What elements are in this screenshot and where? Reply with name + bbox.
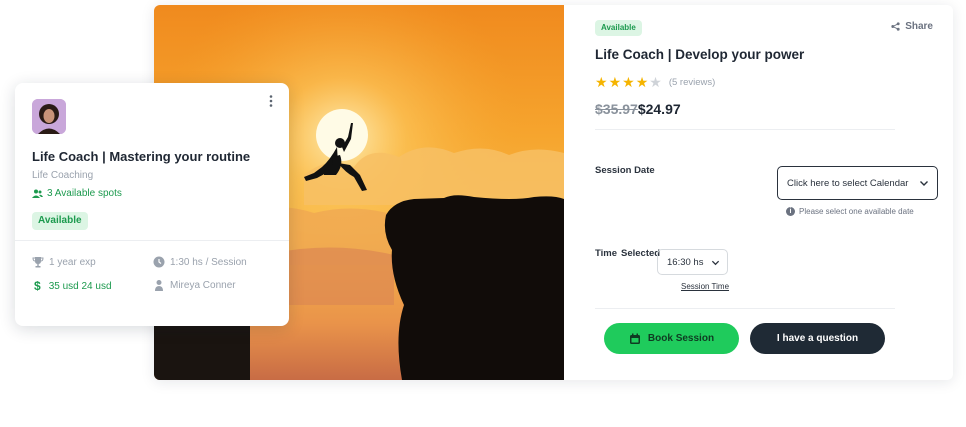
calendar-icon xyxy=(629,333,640,344)
coach-name: Mireya Conner xyxy=(153,279,236,291)
calendar-select[interactable]: Click here to select Calendar xyxy=(777,166,938,200)
star-icon: ★ xyxy=(622,74,635,90)
time-label: Time xyxy=(595,248,618,259)
share-icon xyxy=(891,22,900,31)
experience: 1 year exp xyxy=(32,256,96,268)
star-empty-icon: ★ xyxy=(649,74,662,90)
share-button[interactable]: Share xyxy=(891,21,933,32)
chevron-down-icon xyxy=(920,181,928,186)
ask-question-button[interactable]: I have a question xyxy=(750,323,885,354)
date-hint-text: Please select one available date xyxy=(799,207,914,216)
dollar-icon: $ xyxy=(34,279,41,293)
availability-badge: Available xyxy=(32,212,88,230)
calendar-select-text: Click here to select Calendar xyxy=(787,177,909,189)
new-price: $24.97 xyxy=(637,101,681,117)
book-session-button[interactable]: Book Session xyxy=(604,323,739,354)
availability-badge: Available xyxy=(595,20,642,36)
duration: 1:30 hs / Session xyxy=(153,256,247,268)
users-icon xyxy=(32,189,43,198)
price: $35.97 $24.97 xyxy=(595,101,681,117)
avatar xyxy=(32,99,66,134)
session-details: Available Share Life Coach | Develop you… xyxy=(564,5,953,380)
share-label: Share xyxy=(905,21,933,32)
experience-text: 1 year exp xyxy=(49,256,96,268)
kebab-menu-icon[interactable] xyxy=(269,95,273,107)
coach-card-title: Life Coach | Mastering your routine xyxy=(32,149,251,164)
old-price: $35.97 xyxy=(595,101,638,117)
price-text: 35 usd 24 usd xyxy=(48,280,112,292)
available-spots: 3 Available spots xyxy=(32,188,122,199)
date-hint: i Please select one available date xyxy=(786,207,914,216)
chevron-down-icon xyxy=(711,260,720,266)
time-selected-label: Selected xyxy=(621,248,661,259)
time-select[interactable]: 16:30 hs xyxy=(657,249,728,275)
duration-text: 1:30 hs / Session xyxy=(170,256,247,268)
divider xyxy=(15,240,289,241)
star-icon: ★ xyxy=(608,74,622,90)
star-icon: ★ xyxy=(635,74,649,90)
book-session-label: Book Session xyxy=(647,333,715,344)
coach-card-category: Life Coaching xyxy=(32,170,94,181)
stage: Available Share Life Coach | Develop you… xyxy=(0,0,966,427)
time-select-value: 16:30 hs xyxy=(667,256,704,268)
price: $ 35 usd 24 usd xyxy=(34,279,112,293)
info-icon: i xyxy=(786,207,795,216)
ask-question-label: I have a question xyxy=(776,333,859,344)
rating: ★ ★ ★ ★ ★ (5 reviews) xyxy=(595,75,715,89)
session-time-link[interactable]: Session Time xyxy=(681,282,729,291)
coach-name-text: Mireya Conner xyxy=(170,279,236,291)
star-icon: ★ xyxy=(595,74,608,90)
page-title: Life Coach | Develop your power xyxy=(595,47,805,62)
coach-card[interactable]: Life Coach | Mastering your routine Life… xyxy=(15,83,289,326)
trophy-icon xyxy=(32,257,44,268)
clock-icon xyxy=(153,256,165,268)
divider xyxy=(595,129,895,130)
user-icon xyxy=(155,280,163,291)
available-spots-text: 3 Available spots xyxy=(47,188,122,199)
review-count[interactable]: (5 reviews) xyxy=(669,77,715,88)
divider xyxy=(595,308,895,309)
session-date-label: Session Date xyxy=(595,165,655,176)
